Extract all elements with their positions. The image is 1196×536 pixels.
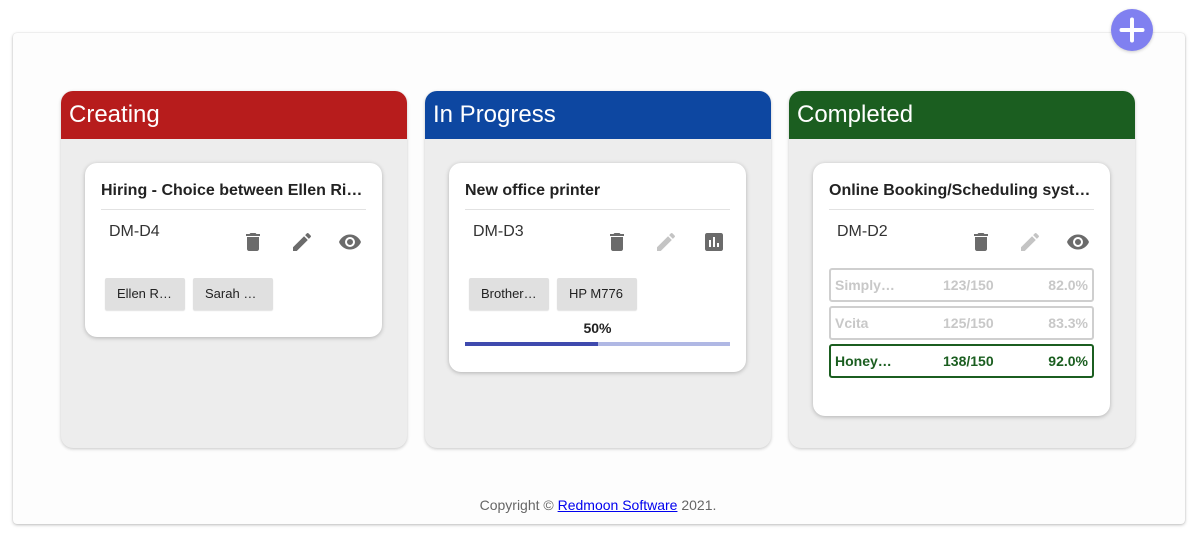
card-title: New office printer xyxy=(465,163,730,210)
result-percent: 92.0% xyxy=(1048,353,1088,369)
add-decision-button[interactable] xyxy=(1111,9,1153,51)
decision-card[interactable]: New office printer DM-D3 Brother HL HP M… xyxy=(449,163,746,372)
delete-button[interactable] xyxy=(969,230,993,254)
footer-year: 2021. xyxy=(681,497,717,513)
decision-card[interactable]: Hiring - Choice between Ellen Ripley and… xyxy=(85,163,382,337)
option-chip[interactable]: Ellen Ripley xyxy=(105,278,185,310)
card-title: Online Booking/Scheduling system xyxy=(829,163,1094,210)
results-button[interactable] xyxy=(702,230,726,254)
edit-button[interactable] xyxy=(290,230,314,254)
footer-company-link[interactable]: Redmoon Software xyxy=(558,497,678,513)
result-percent: 83.3% xyxy=(1048,315,1088,331)
card-title: Hiring - Choice between Ellen Ripley and… xyxy=(101,163,366,210)
result-votes: 138/150 xyxy=(943,353,994,369)
column-creating: Creating Hiring - Choice between Ellen R… xyxy=(61,91,407,448)
trash-icon xyxy=(974,233,988,251)
column-header-creating: Creating xyxy=(61,91,407,139)
result-votes: 123/150 xyxy=(943,277,994,293)
column-header-completed: Completed xyxy=(789,91,1135,139)
card-code: DM-D3 xyxy=(473,223,524,240)
results-list: SimplyBook 123/150 82.0% Vcita 125/150 8… xyxy=(829,268,1094,402)
delete-button[interactable] xyxy=(605,230,629,254)
result-name: HoneyBook xyxy=(835,353,897,369)
column-in-progress: In Progress New office printer DM-D3 Bro… xyxy=(425,91,771,448)
edit-button xyxy=(1018,230,1042,254)
column-completed: Completed Online Booking/Scheduling syst… xyxy=(789,91,1135,448)
eye-icon xyxy=(1067,234,1089,250)
option-chip[interactable]: Sarah Connor xyxy=(193,278,273,310)
column-header-in-progress: In Progress xyxy=(425,91,771,139)
delete-button[interactable] xyxy=(241,230,265,254)
card-code: DM-D4 xyxy=(109,223,160,240)
result-percent: 82.0% xyxy=(1048,277,1088,293)
result-row: SimplyBook 123/150 82.0% xyxy=(829,268,1094,302)
option-chip[interactable]: HP M776 xyxy=(557,278,637,310)
trash-icon xyxy=(610,233,624,251)
result-row-winner: HoneyBook 138/150 92.0% xyxy=(829,344,1094,378)
option-chip[interactable]: Brother HL xyxy=(469,278,549,310)
view-button[interactable] xyxy=(338,230,362,254)
footer-copyright: Copyright © xyxy=(479,497,554,513)
result-name: Vcita xyxy=(835,315,869,331)
progress-bar xyxy=(465,342,730,346)
plus-icon xyxy=(1119,17,1145,43)
progress-bar-fill xyxy=(465,342,598,346)
bar-chart-icon xyxy=(705,233,723,251)
result-votes: 125/150 xyxy=(943,315,994,331)
pencil-icon xyxy=(293,232,312,251)
trash-icon xyxy=(246,233,260,251)
result-name: SimplyBook xyxy=(835,277,897,293)
footer: Copyright © Redmoon Software 2021. xyxy=(0,497,1196,513)
decision-card[interactable]: Online Booking/Scheduling system DM-D2 S… xyxy=(813,163,1110,416)
view-button[interactable] xyxy=(1066,230,1090,254)
eye-icon xyxy=(339,234,361,250)
pencil-icon xyxy=(1021,232,1040,251)
edit-button xyxy=(654,230,678,254)
result-row: Vcita 125/150 83.3% xyxy=(829,306,1094,340)
pencil-icon xyxy=(657,232,676,251)
card-code: DM-D2 xyxy=(837,223,888,240)
